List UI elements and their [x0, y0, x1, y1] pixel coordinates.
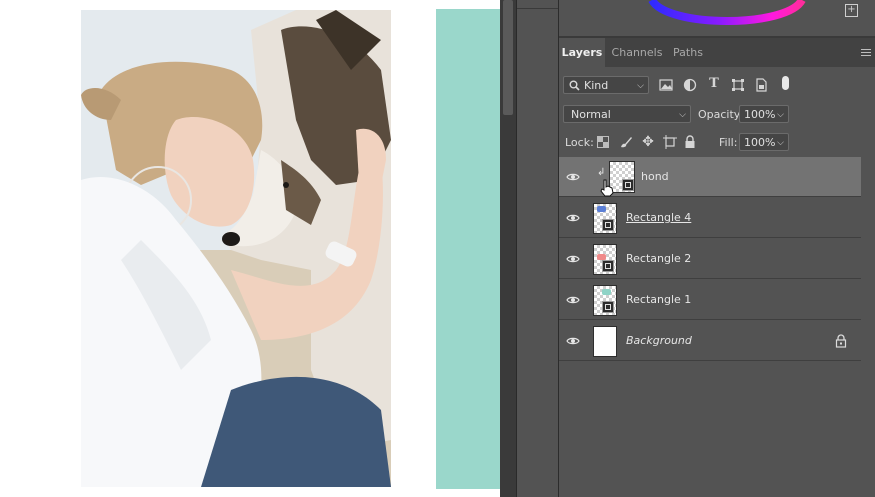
filter-kind-dropdown[interactable]: Kind ⌵: [563, 76, 649, 94]
lock-label: Lock:: [565, 136, 594, 149]
eye-icon[interactable]: [566, 334, 580, 348]
layer-color-swatch: [602, 289, 611, 295]
opacity-label: Opacity:: [698, 108, 744, 121]
chevron-down-icon[interactable]: ⌵: [777, 106, 784, 124]
panel-menu-icon[interactable]: [861, 49, 871, 57]
smart-object-filter-icon[interactable]: [754, 78, 770, 94]
opacity-value: 100%: [744, 108, 776, 121]
layer-name[interactable]: Background: [626, 321, 692, 361]
color-wheel-panel: +: [559, 0, 875, 38]
rectangle-1-shape[interactable]: [436, 9, 500, 489]
layers-panel: + Layers Channels Paths Kind ⌵ T Normal …: [559, 0, 875, 497]
document-canvas[interactable]: [0, 0, 500, 497]
eye-icon[interactable]: [566, 170, 580, 184]
layer-row-hond[interactable]: ↲ hond: [559, 157, 861, 197]
canvas-scrollbar[interactable]: [500, 0, 517, 497]
clipping-mask-arrow-icon: ↲: [597, 167, 606, 178]
scrollbar-thumb[interactable]: [503, 0, 513, 115]
layer-thumbnail[interactable]: [593, 326, 617, 357]
layer-row-background[interactable]: Background: [559, 321, 861, 361]
layer-row-rectangle-4[interactable]: Rectangle 4: [559, 198, 861, 238]
fill-value: 100%: [744, 136, 776, 149]
layer-color-swatch: [597, 206, 606, 212]
blend-mode-dropdown[interactable]: Normal ⌵: [563, 105, 691, 123]
layer-name[interactable]: Rectangle 1: [626, 280, 691, 320]
lock-transparent-pixels-icon[interactable]: [597, 136, 613, 152]
pixel-layer-filter-icon[interactable]: [659, 78, 675, 94]
blend-row: Normal ⌵ Opacity: 100% ⌵: [559, 105, 875, 125]
add-swatch-icon[interactable]: +: [845, 4, 858, 17]
shape-layer-filter-icon[interactable]: [731, 78, 747, 94]
collapsed-panel-dock: [517, 0, 559, 497]
tab-channels[interactable]: Channels: [607, 38, 667, 67]
filter-toggle-switch[interactable]: [782, 76, 789, 90]
layer-name[interactable]: hond: [641, 157, 669, 197]
woman-with-dog-photo: [81, 10, 391, 487]
lock-image-pixels-icon[interactable]: [619, 135, 635, 151]
smart-object-badge-icon: [622, 179, 634, 191]
chevron-down-icon: ⌵: [637, 81, 644, 91]
layer-row-rectangle-1[interactable]: Rectangle 1: [559, 280, 861, 320]
panel-tab-bar: Layers Channels Paths: [559, 38, 875, 67]
color-ring-icon[interactable]: [647, 0, 827, 36]
eye-icon[interactable]: [566, 252, 580, 266]
layer-name[interactable]: Rectangle 2: [626, 239, 691, 279]
adjustment-layer-filter-icon[interactable]: [683, 78, 699, 94]
opacity-input[interactable]: 100% ⌵: [739, 105, 789, 123]
shape-layer-badge-icon: [602, 301, 614, 313]
blend-mode-value: Normal: [571, 108, 611, 121]
layer-name[interactable]: Rectangle 4: [626, 198, 691, 238]
tab-layers[interactable]: Layers: [559, 38, 605, 67]
dog-photo-layer[interactable]: [81, 10, 391, 487]
eye-icon[interactable]: [566, 293, 580, 307]
layer-row-rectangle-2[interactable]: Rectangle 2: [559, 239, 861, 279]
prevent-autonest-icon[interactable]: [663, 135, 679, 151]
filter-kind-label: Kind: [584, 79, 609, 92]
fill-label: Fill:: [719, 136, 738, 149]
shape-layer-badge-icon: [602, 260, 614, 272]
lock-row: Lock: ✥ Fill: 100% ⌵: [559, 133, 875, 153]
search-icon: [569, 80, 580, 91]
eye-icon[interactable]: [566, 211, 580, 225]
lock-icon[interactable]: [835, 334, 847, 348]
lock-all-icon[interactable]: [684, 135, 700, 151]
hand-cursor-icon: [600, 179, 614, 197]
layer-filter-row: Kind ⌵ T: [559, 76, 875, 96]
shape-layer-badge-icon: [602, 219, 614, 231]
lock-position-icon[interactable]: ✥: [640, 134, 656, 150]
type-layer-filter-icon[interactable]: T: [706, 76, 722, 92]
chevron-down-icon: ⌵: [679, 110, 686, 120]
fill-input[interactable]: 100% ⌵: [739, 133, 789, 151]
tab-paths[interactable]: Paths: [667, 38, 709, 67]
chevron-down-icon[interactable]: ⌵: [777, 134, 784, 152]
dock-divider: [517, 8, 558, 9]
